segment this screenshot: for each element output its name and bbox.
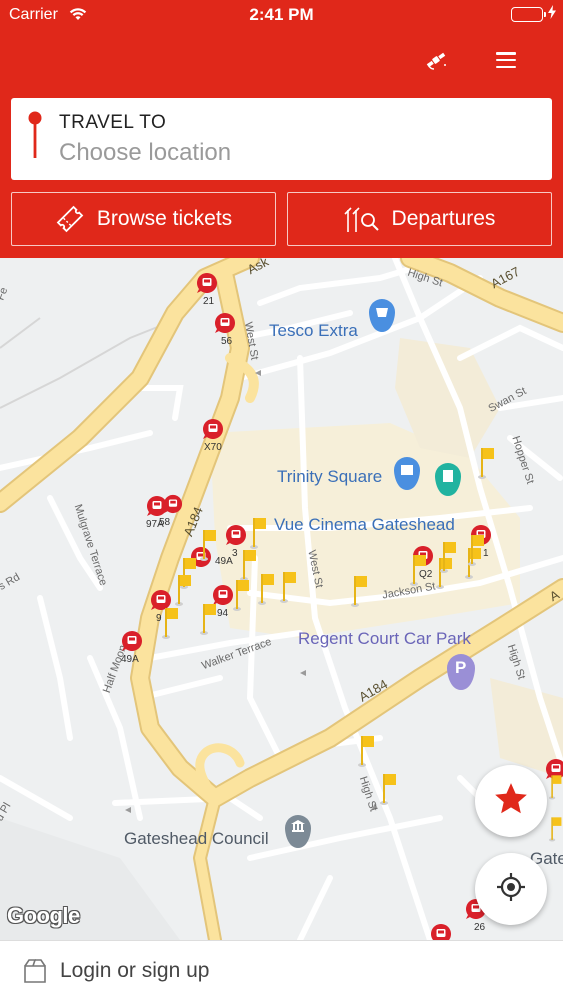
satellite-icon[interactable] xyxy=(418,45,454,75)
bus-stop-search-icon xyxy=(343,204,380,234)
bus-stop-marker[interactable]: 49A xyxy=(121,630,143,665)
bus-stop-icon xyxy=(163,494,183,514)
bus-stop-icon xyxy=(226,525,246,545)
flag-marker[interactable] xyxy=(200,528,218,567)
favourites-button[interactable] xyxy=(475,765,547,837)
flag-marker[interactable] xyxy=(549,812,563,851)
departures-button[interactable]: Departures xyxy=(287,192,552,246)
bag-icon xyxy=(23,958,47,989)
flag-marker[interactable] xyxy=(200,602,218,641)
flag-icon xyxy=(380,774,396,805)
flag-marker[interactable] xyxy=(351,574,369,613)
departures-label: Departures xyxy=(391,207,496,230)
flag-marker[interactable] xyxy=(162,606,180,645)
app-header: TRAVEL TO Choose location Browse tickets xyxy=(0,30,563,258)
charging-icon xyxy=(548,5,556,22)
menu-icon[interactable] xyxy=(488,45,524,75)
bus-stop-icon xyxy=(122,631,142,651)
google-logo: Google xyxy=(7,903,80,928)
flag-icon xyxy=(250,518,266,549)
flag-icon xyxy=(410,555,426,586)
bus-stop-marker[interactable] xyxy=(430,923,452,940)
regent-court-car-park-label[interactable]: Regent Court Car Park xyxy=(298,629,471,649)
flag-marker[interactable] xyxy=(380,772,398,811)
bus-stop-marker[interactable]: 3 xyxy=(225,524,247,559)
bus-stop-marker[interactable]: X70 xyxy=(202,418,224,453)
flag-marker[interactable] xyxy=(549,770,563,809)
bus-stop-marker[interactable]: 58 xyxy=(159,494,183,528)
trinity-square-label[interactable]: Trinity Square xyxy=(277,467,382,487)
flag-icon xyxy=(280,572,296,603)
battery-icon xyxy=(511,7,546,22)
flag-icon xyxy=(440,542,456,573)
flag-icon xyxy=(468,535,484,566)
crosshair-icon xyxy=(496,872,526,907)
location-pin-icon xyxy=(28,111,42,164)
flag-marker[interactable] xyxy=(410,553,428,592)
status-time: 2:41 PM xyxy=(249,5,314,24)
bus-stop-icon xyxy=(203,419,223,439)
tesco-extra-label[interactable]: Tesco Extra xyxy=(269,321,358,341)
flag-marker[interactable] xyxy=(468,533,486,572)
travel-to-field[interactable]: TRAVEL TO Choose location xyxy=(11,98,552,180)
ticket-icon xyxy=(55,204,85,234)
flag-icon xyxy=(175,575,191,606)
login-or-sign-up-label[interactable]: Login or sign up xyxy=(60,959,209,983)
flag-icon xyxy=(258,574,274,605)
flag-icon xyxy=(358,736,374,767)
bus-stop-label: X70 xyxy=(204,442,222,453)
flag-marker[interactable] xyxy=(233,578,251,617)
flag-marker[interactable] xyxy=(258,572,276,611)
my-location-button[interactable] xyxy=(475,853,547,925)
bus-stop-icon xyxy=(197,273,217,293)
bus-stop-label: 56 xyxy=(221,336,233,347)
flag-icon xyxy=(200,530,216,561)
choose-location-placeholder[interactable]: Choose location xyxy=(59,139,231,167)
travel-to-label: TRAVEL TO xyxy=(59,112,167,133)
bus-stop-marker[interactable]: 21 xyxy=(196,272,218,307)
bus-stop-icon xyxy=(431,924,451,940)
gateshead-council-label[interactable]: Gateshead Council xyxy=(124,829,269,849)
bus-stop-label: 26 xyxy=(474,922,486,933)
map-view[interactable]: P Tesco Extra Trinity Square Vue Cinema … xyxy=(0,258,563,940)
bus-stop-label: 9 xyxy=(156,613,162,624)
bus-stop-label: 94 xyxy=(217,608,229,619)
flag-marker[interactable] xyxy=(440,540,458,579)
bus-stop-label: 49A xyxy=(121,654,139,665)
bus-stop-icon xyxy=(215,313,235,333)
flag-icon xyxy=(162,608,178,639)
flag-marker[interactable] xyxy=(280,570,298,609)
star-icon xyxy=(492,780,530,823)
svg-text:P: P xyxy=(455,658,466,677)
vue-cinema-label[interactable]: Vue Cinema Gateshead xyxy=(274,515,455,535)
bus-stop-marker[interactable]: 56 xyxy=(214,312,236,347)
flag-icon xyxy=(351,576,367,607)
flag-icon xyxy=(478,448,494,479)
bus-stop-label: 21 xyxy=(203,296,215,307)
flag-icon xyxy=(549,817,562,842)
browse-tickets-button[interactable]: Browse tickets xyxy=(11,192,276,246)
flag-icon xyxy=(549,775,562,800)
flag-icon xyxy=(200,604,216,635)
flag-icon xyxy=(240,550,256,581)
bus-stop-label: 58 xyxy=(159,517,171,528)
flag-marker[interactable] xyxy=(478,446,496,485)
flag-icon xyxy=(233,580,249,611)
browse-tickets-label: Browse tickets xyxy=(96,207,233,230)
flag-marker[interactable] xyxy=(358,734,376,773)
status-bar: Carrier 2:41 PM xyxy=(0,0,563,30)
login-bar[interactable]: Login or sign up xyxy=(0,940,563,1000)
